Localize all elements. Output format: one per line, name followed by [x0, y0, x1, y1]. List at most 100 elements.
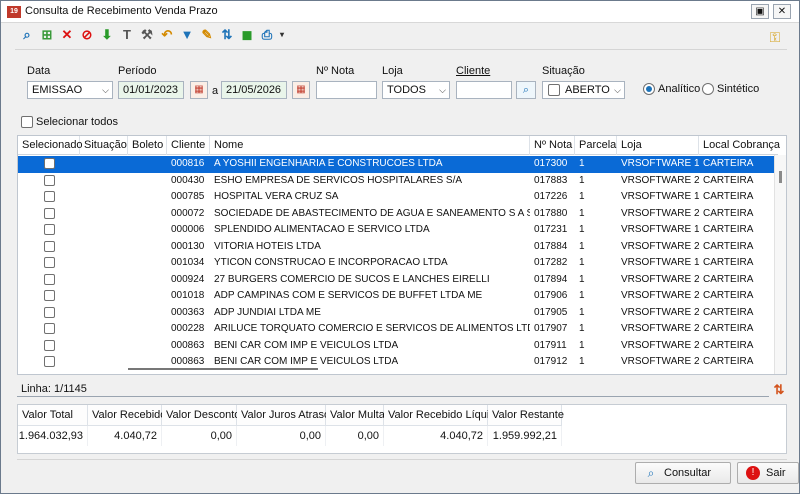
- row-checkbox[interactable]: [44, 356, 55, 367]
- cell-loja: VRSOFTWARE 2: [621, 174, 699, 186]
- search-icon[interactable]: ⌕: [516, 81, 536, 99]
- table-row[interactable]: 000072 SOCIEDADE DE ABASTECIMENTO DE AGUA…: [18, 206, 774, 223]
- table-row[interactable]: 000228 ARILUCE TORQUATO COMERCIO E SERVIC…: [18, 321, 774, 338]
- row-checkbox[interactable]: [44, 257, 55, 268]
- date-to-field[interactable]: 21/05/2026: [221, 81, 287, 99]
- sort-icon[interactable]: ⇅: [771, 382, 787, 398]
- cliente-label-link[interactable]: Cliente: [456, 65, 490, 77]
- col-boleto[interactable]: Boleto: [128, 136, 167, 155]
- cell-loja: VRSOFTWARE 1: [621, 191, 699, 202]
- table-row[interactable]: 000863 BENI CAR COM IMP E VEICULOS LTDA 01…: [18, 338, 774, 355]
- calendar-icon[interactable]: ▦: [292, 81, 310, 99]
- cell-local-cobranca: CARTEIRA: [703, 174, 754, 186]
- undo-icon[interactable]: ↶: [159, 27, 175, 43]
- situacao-select[interactable]: ABERTO ⌵: [542, 81, 625, 99]
- select-all-checkbox[interactable]: [21, 116, 33, 128]
- col-loja[interactable]: Loja: [617, 136, 699, 155]
- analitico-radio[interactable]: [643, 83, 655, 95]
- cell-loja: VRSOFTWARE 1: [621, 224, 699, 235]
- row-checkbox[interactable]: [44, 224, 55, 235]
- cliente-field[interactable]: [456, 81, 512, 99]
- table-row[interactable]: 000816 A YOSHII ENGENHARIA E CONSTRUCOES …: [18, 156, 774, 173]
- cell-cliente: 000228: [171, 323, 205, 334]
- col-parcela[interactable]: Parcela: [575, 136, 617, 155]
- total-header: Valor Juros Atraso: [237, 405, 330, 426]
- table-row[interactable]: 000363 ADP JUNDIAI LTDA ME 017905 1 VRSOFTWA…: [18, 305, 774, 322]
- cell-nota: 017300: [534, 158, 568, 169]
- cell-local-cobranca: CARTEIRA: [703, 207, 754, 219]
- download-icon[interactable]: ⬇: [99, 27, 115, 43]
- calendar-icon[interactable]: ▦: [190, 81, 208, 99]
- vertical-scrollbar[interactable]: [774, 155, 786, 374]
- total-header: Valor Recebido: [88, 405, 166, 426]
- row-checkbox[interactable]: [44, 290, 55, 301]
- cell-cliente: 001034: [171, 257, 205, 268]
- cell-cliente: 000816: [171, 158, 205, 169]
- cell-loja: VRSOFTWARE 2: [621, 306, 699, 318]
- table-row[interactable]: 000130 VITORIA HOTEIS LTDA 017884 1 VRSOFTWA…: [18, 239, 774, 256]
- nota-field[interactable]: [316, 81, 377, 99]
- filter-icon[interactable]: ▼: [179, 27, 195, 43]
- cancel-icon[interactable]: ⊘: [79, 27, 95, 43]
- cell-nome: A YOSHII ENGENHARIA E CONSTRUCOES LTDA: [214, 158, 443, 169]
- col-local-cobranca[interactable]: Local Cobrança: [699, 136, 780, 155]
- loja-select-value: TODOS: [387, 84, 426, 96]
- cell-cliente: 000430: [171, 174, 205, 186]
- cell-loja: VRSOFTWARE 2: [621, 339, 699, 351]
- loja-select[interactable]: TODOS ⌵: [382, 81, 450, 99]
- cell-nota: 017880: [534, 207, 568, 219]
- data-select-value: EMISSAO: [32, 84, 83, 96]
- table-row[interactable]: 000430 ESHO EMPRESA DE SERVICOS HOSPITALA…: [18, 173, 774, 190]
- table-row[interactable]: 000785 HOSPITAL VERA CRUZ SA 017226 1 VRSOFT…: [18, 189, 774, 206]
- wrench-icon[interactable]: ⚒: [139, 27, 155, 43]
- cell-nota: 017911: [534, 339, 567, 351]
- new-doc-icon[interactable]: ⊞: [39, 27, 55, 43]
- col-cliente[interactable]: Cliente: [167, 136, 210, 155]
- close-window-button[interactable]: ✕: [773, 4, 791, 19]
- total-header: Valor Recebido Líquido: [384, 405, 502, 426]
- edit-icon[interactable]: ✎: [199, 27, 215, 43]
- data-select[interactable]: EMISSAO ⌵: [27, 81, 113, 99]
- row-checkbox[interactable]: [44, 207, 55, 219]
- consultar-button[interactable]: ⌕ Consultar: [635, 462, 731, 484]
- total-value: 0,00: [162, 426, 237, 446]
- cell-nome: VITORIA HOTEIS LTDA: [214, 240, 321, 252]
- horizontal-scroll-thumb[interactable]: [128, 368, 318, 370]
- row-checkbox[interactable]: [44, 240, 55, 252]
- row-checkbox[interactable]: [44, 174, 55, 186]
- search-doc-icon[interactable]: ⌕: [19, 27, 35, 43]
- col-situacao[interactable]: Situação: [80, 136, 128, 155]
- situacao-checkbox[interactable]: [548, 84, 560, 96]
- cell-local-cobranca: CARTEIRA: [703, 323, 754, 334]
- sair-button[interactable]: ! Sair: [737, 462, 799, 484]
- print-icon[interactable]: ⎙: [259, 27, 275, 43]
- col-nota[interactable]: Nº Nota: [530, 136, 575, 155]
- row-checkbox[interactable]: [44, 273, 55, 285]
- row-checkbox[interactable]: [44, 323, 55, 334]
- date-from-field[interactable]: 01/01/2023: [118, 81, 184, 99]
- app-icon: 19: [7, 6, 21, 18]
- print-dropdown-icon[interactable]: ▾: [274, 27, 290, 43]
- row-counter: Linha: 1/1145: [21, 383, 87, 395]
- delete-icon[interactable]: ✕: [59, 27, 75, 43]
- col-nome[interactable]: Nome: [210, 136, 530, 155]
- cell-parcela: 1: [579, 158, 585, 169]
- table-row[interactable]: 001018 ADP CAMPINAS COM E SERVICOS DE BUF…: [18, 288, 774, 305]
- hammer-icon[interactable]: T: [119, 27, 135, 43]
- row-checkbox[interactable]: [44, 158, 55, 169]
- row-checkbox[interactable]: [44, 191, 55, 202]
- package-icon[interactable]: ◼: [239, 27, 255, 43]
- restore-button[interactable]: ▣: [751, 4, 769, 19]
- sintetico-radio[interactable]: [702, 83, 714, 95]
- row-checkbox[interactable]: [44, 306, 55, 318]
- row-checkbox[interactable]: [44, 339, 55, 351]
- results-grid: Selecionado Situação Boleto Cliente Nome…: [17, 135, 787, 375]
- table-row[interactable]: 000924 27 BURGERS COMERCIO DE SUCOS E LAN…: [18, 272, 774, 289]
- key-icon[interactable]: ⚿: [767, 29, 783, 45]
- table-row[interactable]: 000006 SPLENDIDO ALIMENTACAO E SERVICO LT…: [18, 222, 774, 239]
- col-selecionado[interactable]: Selecionado: [18, 136, 83, 155]
- cell-local-cobranca: CARTEIRA: [703, 306, 754, 318]
- vertical-scroll-thumb[interactable]: [779, 171, 782, 183]
- transfer-icon[interactable]: ⇅: [219, 27, 235, 43]
- table-row[interactable]: 001034 YTICON CONSTRUCAO E INCORPORACAO L…: [18, 255, 774, 272]
